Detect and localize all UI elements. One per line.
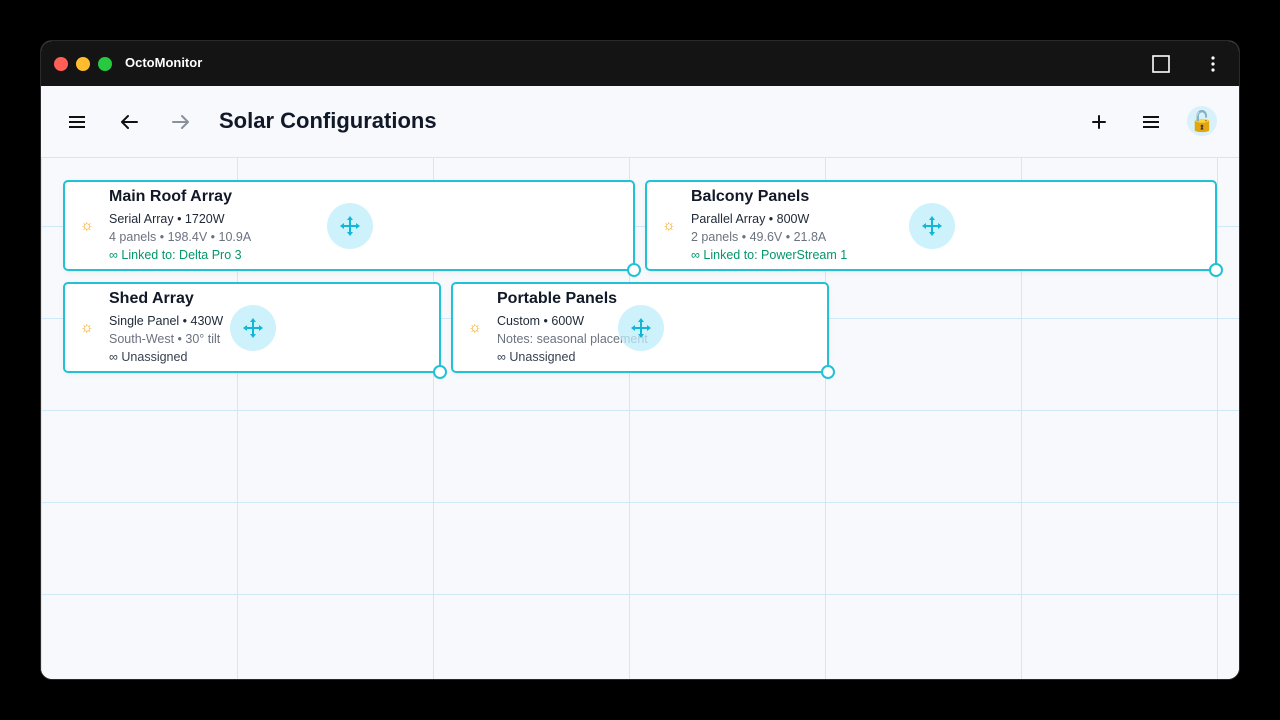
card-link-status: ∞ Linked to: Delta Pro 3	[109, 248, 242, 262]
resize-handle[interactable]	[433, 365, 447, 379]
sun-icon: ☼	[80, 319, 94, 336]
solar-config-card[interactable]: ☼ Main Roof Array Serial Array • 1720W 4…	[63, 180, 641, 277]
card-panel-info: 2 panels • 49.6V • 21.8A	[691, 230, 827, 244]
drag-handle[interactable]	[909, 203, 955, 249]
move-icon	[631, 318, 651, 338]
more-vertical-icon	[1211, 55, 1215, 72]
back-button[interactable]	[111, 104, 147, 140]
card-title: Shed Array	[109, 290, 194, 307]
card-title: Main Roof Array	[109, 188, 232, 205]
window-square-icon	[1152, 54, 1170, 73]
drag-handle[interactable]	[618, 305, 664, 351]
forward-arrow-icon	[172, 115, 189, 129]
card-link-status: ∞ Linked to: PowerStream 1	[691, 248, 848, 262]
lock-button[interactable]: 🔓	[1187, 106, 1217, 136]
menu-icon	[69, 116, 85, 128]
maximize-window-button[interactable]	[98, 57, 112, 71]
card-title: Balcony Panels	[691, 188, 810, 205]
resize-handle[interactable]	[821, 365, 835, 379]
sun-icon: ☼	[468, 319, 482, 336]
plus-icon	[1092, 115, 1106, 129]
card-array-info: Single Panel • 430W	[109, 314, 224, 328]
drag-handle[interactable]	[230, 305, 276, 351]
move-icon	[922, 216, 942, 236]
menu-button[interactable]	[59, 104, 95, 140]
lock-icon: 🔓	[1189, 110, 1215, 133]
title-bar: OctoMonitor	[41, 41, 1239, 86]
card-array-info: Custom • 600W	[497, 314, 585, 328]
card-link-status: ∞ Unassigned	[109, 350, 188, 364]
resize-handle[interactable]	[1209, 263, 1223, 277]
close-window-button[interactable]	[54, 57, 68, 71]
add-button[interactable]	[1081, 104, 1117, 140]
card-panel-info: 4 panels • 198.4V • 10.9A	[109, 230, 252, 244]
list-icon	[1143, 116, 1159, 128]
list-view-button[interactable]	[1133, 104, 1169, 140]
sun-icon: ☼	[80, 217, 94, 234]
app-title: OctoMonitor	[125, 55, 203, 70]
solar-config-card[interactable]: ☼ Portable Panels Custom • 600W Notes: s…	[451, 282, 835, 379]
drag-handle[interactable]	[327, 203, 373, 249]
resize-handle[interactable]	[627, 263, 641, 277]
window-controls	[54, 57, 112, 71]
solar-config-card[interactable]: ☼ Balcony Panels Parallel Array • 800W 2…	[645, 180, 1223, 277]
card-array-info: Serial Array • 1720W	[109, 212, 225, 226]
window-more-button[interactable]	[1187, 41, 1239, 86]
card-link-status: ∞ Unassigned	[497, 350, 576, 364]
move-icon	[340, 216, 360, 236]
card-title: Portable Panels	[497, 290, 618, 307]
page-title: Solar Configurations	[219, 108, 437, 133]
forward-button[interactable]	[163, 104, 199, 140]
card-panel-info: South-West • 30° tilt	[109, 332, 221, 346]
sun-icon: ☼	[662, 217, 676, 234]
page-header: Solar Configurations 🔓	[41, 86, 1239, 158]
solar-config-card[interactable]: ☼ Shed Array Single Panel • 430W South-W…	[63, 282, 447, 379]
back-arrow-icon	[121, 115, 138, 129]
app-window: OctoMonitor Solar Configurations 🔓 ☼ Mai…	[40, 40, 1240, 680]
move-icon	[243, 318, 263, 338]
layout-canvas[interactable]: ☼ Main Roof Array Serial Array • 1720W 4…	[41, 158, 1239, 679]
minimize-window-button[interactable]	[76, 57, 90, 71]
card-array-info: Parallel Array • 800W	[691, 212, 810, 226]
window-toggle-button[interactable]	[1135, 41, 1187, 86]
